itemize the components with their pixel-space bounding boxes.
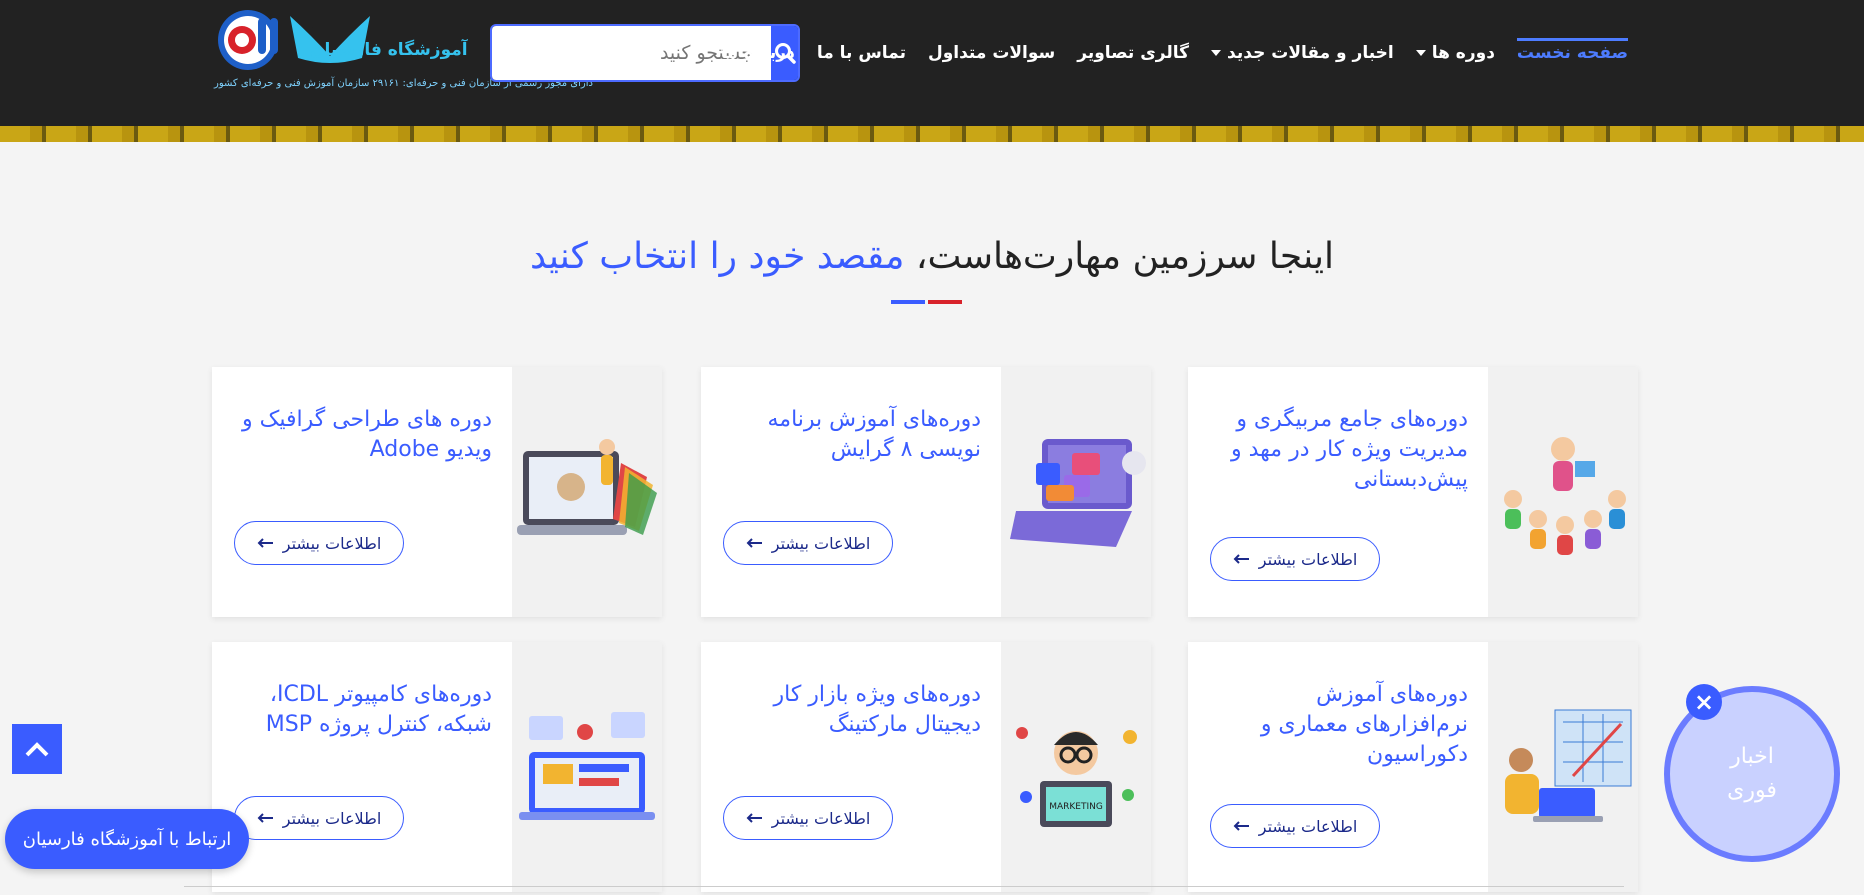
arrow-left-icon (257, 813, 273, 823)
nav-home-label: صفحه نخست (1516, 42, 1628, 63)
button-label: اطلاعات بیشتر (771, 533, 871, 553)
logo-title: آموزشگاه فارسیان (310, 40, 468, 60)
button-label: اطلاعات بیشتر (1258, 549, 1358, 569)
heading-underline-red (928, 300, 962, 304)
site-header: آموزشگاه فارسیان دارای مجوز رسمی از سازم… (0, 0, 1864, 126)
card-title: دوره‌های کامپیوتر ICDL، شبکه، کنترل پروژ… (265, 682, 492, 737)
card-title: دوره‌های جامع مربیگری و مدیریت ویژه کار … (1230, 407, 1468, 492)
nav-news-label: اخبار و مقالات جدید (1227, 43, 1394, 63)
contact-school-button[interactable]: ارتباط با آموزشگاه فارسیان (5, 809, 249, 869)
nav-gallery-label: گالری تصاویر (1077, 43, 1190, 63)
chevron-down-icon (1415, 50, 1426, 56)
digital-marketing-illustration-icon: MARKETING (1016, 727, 1137, 827)
close-icon[interactable]: × (1686, 684, 1722, 720)
card-image (512, 367, 662, 617)
section-divider (184, 886, 1624, 887)
chevron-down-icon (1211, 50, 1222, 56)
news-label-line2: فوری (1727, 778, 1777, 803)
arrow-left-icon (746, 813, 762, 823)
nav-contact-label: تماس با ما (816, 43, 906, 63)
course-card: دوره‌های کامپیوتر ICDL، شبکه، کنترل پروژ… (212, 642, 662, 892)
computer-network-illustration-icon (519, 712, 655, 820)
course-card: دوره های طراحی گرافیک و ویدیو Adobe اطلا… (212, 367, 662, 617)
more-info-button[interactable]: اطلاعات بیشتر (1210, 804, 1380, 848)
scroll-to-top-button[interactable] (12, 724, 62, 774)
nav-contact[interactable]: تماس با ما (817, 43, 906, 63)
card-image (1488, 367, 1638, 617)
kids-circle-illustration-icon (1504, 437, 1626, 555)
heading-underline-blue (891, 300, 925, 304)
chevron-up-icon (25, 742, 49, 757)
nav-about[interactable]: درباره ما (721, 43, 795, 63)
nav-news[interactable]: اخبار و مقالات جدید (1211, 43, 1394, 63)
card-image (1488, 642, 1638, 892)
button-label: اطلاعات بیشتر (282, 808, 382, 828)
arrow-left-icon (1233, 821, 1249, 831)
course-card: دوره‌های جامع مربیگری و مدیریت ویژه کار … (1188, 367, 1638, 617)
card-title: دوره‌های ویژه بازار کار دیجیتال مارکتینگ (773, 682, 981, 737)
card-image (512, 642, 662, 892)
architecture-illustration-icon (1505, 709, 1632, 822)
more-info-button[interactable]: اطلاعات بیشتر (234, 796, 404, 840)
arrow-left-icon (746, 538, 762, 548)
laptop-code-illustration-icon (1010, 439, 1146, 547)
more-info-button[interactable]: اطلاعات بیشتر (1210, 537, 1380, 581)
card-title: دوره‌های آموزش نرم‌افزارهای معماری و دکو… (1260, 682, 1468, 767)
button-label: اطلاعات بیشتر (1258, 816, 1358, 836)
course-card: MARKETING دوره‌های ویژه بازار کار دیجیتا… (701, 642, 1151, 892)
graphic-design-illustration-icon (517, 439, 657, 535)
button-label: اطلاعات بیشتر (771, 808, 871, 828)
card-title: دوره های طراحی گرافیک و ویدیو Adobe (242, 407, 492, 462)
section-heading-plain: اینجا سرزمین مهارت‌هاست، (915, 236, 1334, 277)
card-image (1001, 367, 1151, 617)
more-info-button[interactable]: اطلاعات بیشتر (723, 521, 893, 565)
svg-text:MARKETING: MARKETING (1049, 802, 1103, 812)
button-label: اطلاعات بیشتر (282, 533, 382, 553)
nav-gallery[interactable]: گالری تصاویر (1077, 43, 1189, 63)
nav-home[interactable]: صفحه نخست (1516, 37, 1628, 63)
card-image: MARKETING (1001, 642, 1151, 892)
news-label-line1: اخبار (1730, 744, 1774, 769)
arrow-left-icon (1233, 554, 1249, 564)
section-heading-accent: مقصد خود را انتخاب کنید (529, 236, 905, 277)
course-card: دوره‌های آموزش برنامه نویسی ۸ گرایش اطلا… (701, 367, 1151, 617)
nav-faq-label: سوالات متداول (927, 43, 1056, 63)
more-info-button[interactable]: اطلاعات بیشتر (234, 521, 404, 565)
arrow-left-icon (257, 538, 273, 548)
nav-about-label: درباره ما (720, 43, 795, 63)
course-card: دوره‌های آموزش نرم‌افزارهای معماری و دکو… (1188, 642, 1638, 892)
main-nav: صفحه نخست دوره ها اخبار و مقالات جدید گا… (721, 37, 1628, 68)
section-heading: اینجا سرزمین مهارت‌هاست، مقصد خود را انت… (0, 236, 1864, 277)
site-logo[interactable]: آموزشگاه فارسیان دارای مجوز رسمی از سازم… (212, 6, 593, 102)
nav-courses[interactable]: دوره ها (1415, 43, 1495, 63)
nav-courses-label: دوره ها (1431, 43, 1495, 63)
nav-faq[interactable]: سوالات متداول (928, 43, 1055, 63)
header-banner-strip (0, 126, 1864, 142)
card-title: دوره‌های آموزش برنامه نویسی ۸ گرایش (767, 407, 982, 462)
more-info-button[interactable]: اطلاعات بیشتر (723, 796, 893, 840)
